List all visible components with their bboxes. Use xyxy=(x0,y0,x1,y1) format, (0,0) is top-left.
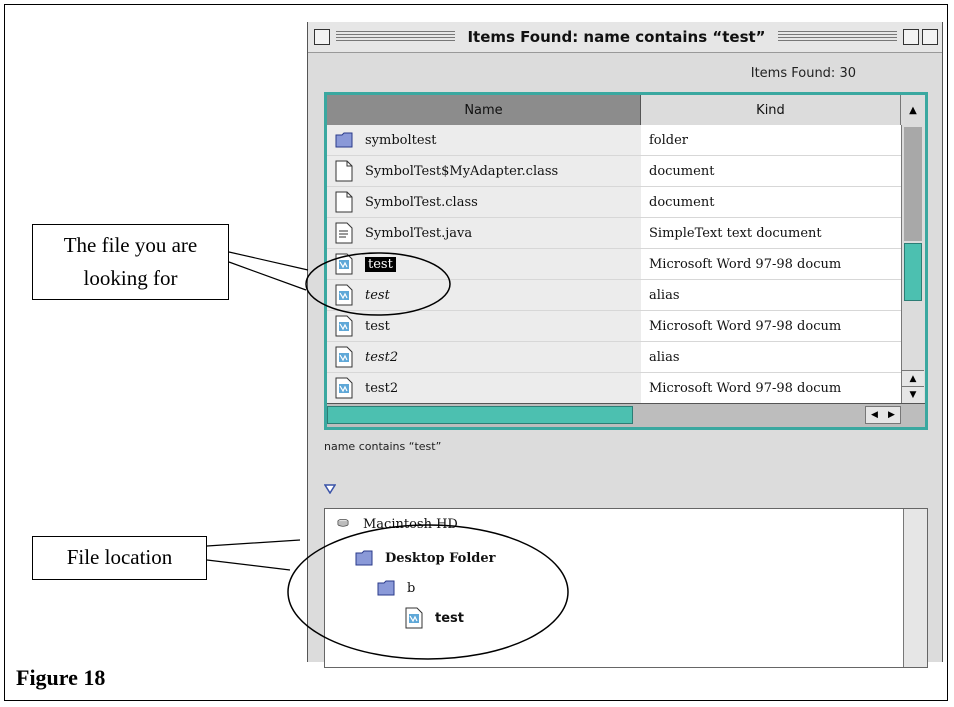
item-name-label: test xyxy=(365,256,396,272)
word-document-icon xyxy=(335,315,353,337)
close-box-icon[interactable] xyxy=(314,29,330,45)
word-document-icon xyxy=(405,607,423,629)
item-name-label: SymbolTest.java xyxy=(365,225,473,241)
callout-file-location-text: File location xyxy=(66,545,173,569)
scroll-track xyxy=(904,127,922,241)
callout-line-1: The file you are xyxy=(63,233,198,257)
scroll-right-arrow-icon[interactable]: ▶ xyxy=(888,410,895,420)
zoom-box-icon[interactable] xyxy=(903,29,919,45)
location-b-label: b xyxy=(407,580,416,596)
list-item[interactable]: test Microsoft Word 97-98 docum xyxy=(327,249,901,280)
window-title: Items Found: name contains “test” xyxy=(467,28,766,46)
list-item[interactable]: test Microsoft Word 97-98 docum xyxy=(327,311,901,342)
horizontal-scrollbar[interactable]: ◀ ▶ xyxy=(327,403,925,427)
cell-name: test xyxy=(327,249,641,279)
scroll-left-arrow-icon[interactable]: ◀ xyxy=(871,410,878,420)
find-results-window: Items Found: name contains “test” Items … xyxy=(307,22,943,668)
list-item[interactable]: SymbolTest.class document xyxy=(327,187,901,218)
column-header-name[interactable]: Name xyxy=(327,95,641,125)
folder-icon xyxy=(355,550,373,566)
item-name-label: test xyxy=(365,318,390,334)
vertical-scrollbar[interactable]: ▲ ▼ xyxy=(901,125,925,403)
folder-icon xyxy=(377,580,395,596)
cell-name: SymbolTest$MyAdapter.class xyxy=(327,156,641,186)
list-item[interactable]: SymbolTest.java SimpleText text document xyxy=(327,218,901,249)
cell-kind: document xyxy=(649,194,715,210)
cell-kind: folder xyxy=(649,132,689,148)
location-file-test[interactable]: test xyxy=(405,607,464,629)
cell-name: symboltest xyxy=(327,125,641,155)
location-folder-b[interactable]: b xyxy=(377,577,415,599)
location-file-label: test xyxy=(435,610,464,626)
items-found-count: Items Found: 30 xyxy=(750,66,856,81)
cell-name: test2 xyxy=(327,342,641,372)
list-item[interactable]: symboltest folder xyxy=(327,125,901,156)
item-name-label: symboltest xyxy=(365,132,437,148)
cell-kind: Microsoft Word 97-98 docum xyxy=(649,256,842,272)
cell-kind: Microsoft Word 97-98 docum xyxy=(649,380,842,396)
cell-name: test2 xyxy=(327,373,641,403)
cell-kind: alias xyxy=(649,349,680,365)
item-name-label: SymbolTest$MyAdapter.class xyxy=(365,163,559,179)
item-name-label: test2 xyxy=(365,349,399,365)
results-list: Name Kind ▲ symboltest folder SymbolTest$M… xyxy=(324,92,928,430)
list-item[interactable]: test alias xyxy=(327,280,901,311)
cell-kind: Microsoft Word 97-98 docum xyxy=(649,318,842,334)
collapse-box-icon[interactable] xyxy=(922,29,938,45)
horizontal-scroll-thumb[interactable] xyxy=(327,406,633,424)
hard-disk-icon xyxy=(337,518,349,527)
vertical-scroll-thumb[interactable] xyxy=(904,243,922,301)
cell-name: test xyxy=(327,311,641,341)
sort-direction-icon[interactable]: ▲ xyxy=(901,95,925,125)
word-document-icon xyxy=(335,253,353,275)
list-item[interactable]: SymbolTest$MyAdapter.class document xyxy=(327,156,901,187)
horizontal-scroll-arrows: ◀ ▶ xyxy=(865,406,901,424)
callout-file-you-are-looking-for: The file you are looking for xyxy=(32,224,229,300)
scroll-down-arrow-icon[interactable]: ▼ xyxy=(902,386,924,403)
cell-name: SymbolTest.java xyxy=(327,218,641,248)
title-stripes xyxy=(336,31,456,43)
item-name-label: test xyxy=(365,287,390,303)
cell-name: test xyxy=(327,280,641,310)
list-header: Name Kind ▲ xyxy=(327,95,925,125)
word-document-icon xyxy=(335,377,353,399)
folder-icon xyxy=(335,132,353,148)
location-desktop-folder[interactable]: Desktop Folder xyxy=(355,547,496,569)
document-icon xyxy=(335,191,353,213)
column-header-kind[interactable]: Kind xyxy=(641,95,901,125)
callout-line-2: looking for xyxy=(83,266,178,290)
location-disk-label: Macintosh HD xyxy=(363,517,458,532)
list-item[interactable]: test2 Microsoft Word 97-98 docum xyxy=(327,373,901,403)
cell-kind: alias xyxy=(649,287,680,303)
word-document-icon xyxy=(335,284,353,306)
callout-file-location: File location xyxy=(32,536,207,580)
item-name-label: SymbolTest.class xyxy=(365,194,478,210)
search-criteria: name contains “test” xyxy=(324,440,442,453)
title-stripes-right xyxy=(777,31,897,43)
list-item[interactable]: test2 alias xyxy=(327,342,901,373)
scroll-up-arrow-icon[interactable]: ▲ xyxy=(902,370,924,387)
cell-kind: document xyxy=(649,163,715,179)
file-location-panel: Macintosh HD Desktop Folder b test xyxy=(324,508,928,668)
disclosure-triangle-icon[interactable] xyxy=(324,484,336,494)
location-disk[interactable]: Macintosh HD xyxy=(333,517,458,532)
cell-kind: SimpleText text document xyxy=(649,225,822,241)
title-bar[interactable]: Items Found: name contains “test” xyxy=(308,22,942,53)
results-rows: symboltest folder SymbolTest$MyAdapter.cla… xyxy=(327,125,901,403)
text-document-icon xyxy=(335,222,353,244)
figure-caption: Figure 18 xyxy=(16,665,106,690)
location-scrollbar[interactable] xyxy=(903,509,927,667)
word-document-icon xyxy=(335,346,353,368)
cell-name: SymbolTest.class xyxy=(327,187,641,217)
document-icon xyxy=(335,160,353,182)
location-desktop-label: Desktop Folder xyxy=(385,550,496,566)
item-name-label: test2 xyxy=(365,380,399,396)
